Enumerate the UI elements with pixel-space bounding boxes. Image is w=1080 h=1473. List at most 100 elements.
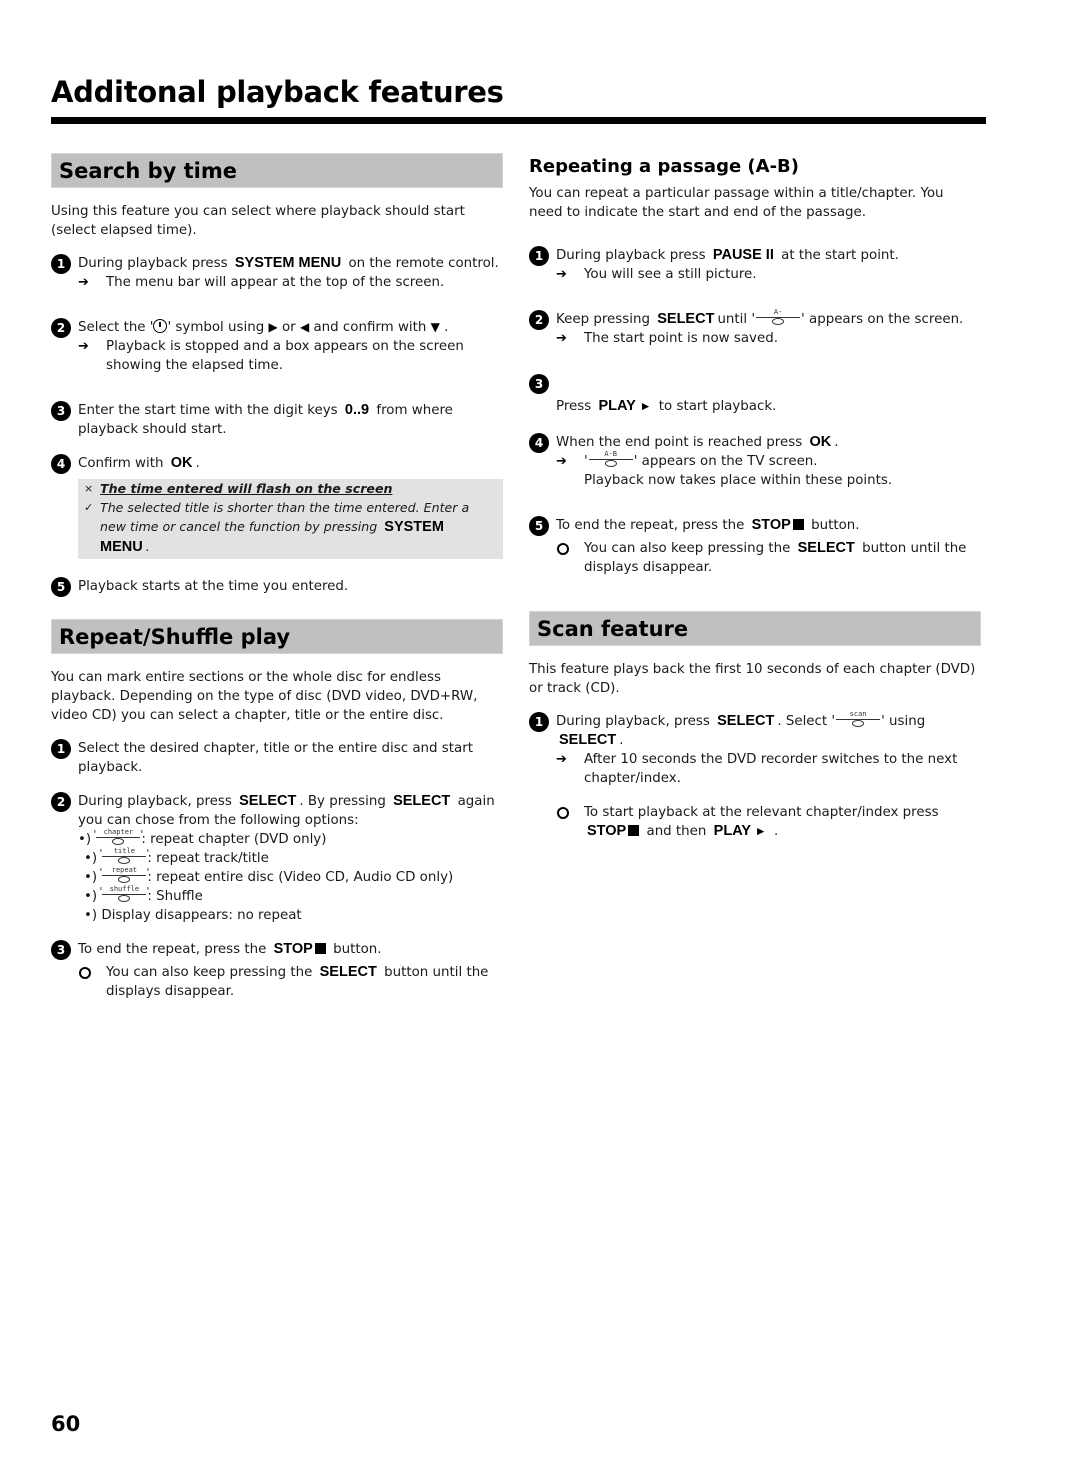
repeat-ab-intro: You can repeat a particular passage with… bbox=[529, 186, 944, 220]
tip-icon bbox=[557, 543, 569, 555]
result-text: Playback is stopped and a box appears on… bbox=[106, 339, 464, 373]
option-desc: : Shuffle bbox=[147, 889, 203, 904]
osd-label: repeat bbox=[111, 866, 138, 874]
key-label: PLAY bbox=[598, 398, 636, 414]
down-arrow-key-icon: ▼ bbox=[430, 320, 440, 334]
option-shuffle: •) ' shuffle ': Shuffle bbox=[78, 885, 503, 906]
tip-text: You can also keep pressing the bbox=[584, 541, 791, 556]
note-problem: The time entered will flash on the scree… bbox=[100, 481, 393, 496]
check-icon: ✓ bbox=[84, 501, 94, 514]
step-number-2: 2 bbox=[51, 318, 71, 338]
option-desc: Display disappears: no repeat bbox=[101, 908, 302, 923]
section-heading-repeat-shuffle: Repeat/Shuffle play bbox=[51, 619, 503, 654]
cross-icon: × bbox=[84, 482, 94, 495]
step-number-3: 3 bbox=[51, 401, 71, 421]
step-text: at the start point. bbox=[781, 248, 899, 263]
bullet: •) bbox=[84, 908, 98, 923]
tip-text: . bbox=[773, 824, 779, 839]
step-number-1: 1 bbox=[529, 712, 549, 732]
ab-step-2-result: ➔ The start point is now saved. bbox=[556, 329, 981, 348]
osd-label: shuffle bbox=[109, 885, 140, 893]
osd-scan-icon: scan bbox=[836, 710, 881, 728]
step-text: and confirm with bbox=[313, 320, 427, 335]
step-text: Press bbox=[556, 399, 592, 414]
search-step-4: 4 Confirm with OK. bbox=[51, 454, 503, 474]
step-text: until ' bbox=[717, 312, 756, 327]
step-number-2: 2 bbox=[51, 792, 71, 812]
key-play: PLAY ► bbox=[714, 823, 767, 839]
step-text: . bbox=[195, 456, 200, 471]
bullet: •) bbox=[84, 889, 98, 904]
result-text: The menu bar will appear at the top of t… bbox=[106, 275, 445, 290]
key-select: SELECT bbox=[239, 793, 297, 809]
step-text: Confirm with bbox=[78, 456, 164, 471]
option-desc: : repeat track/title bbox=[147, 851, 269, 866]
left-column: Search by time Using this feature you ca… bbox=[51, 153, 503, 1001]
arrow-right-icon: ➔ bbox=[556, 267, 567, 282]
key-label: STOP bbox=[273, 941, 313, 957]
search-by-time-intro: Using this feature you can select where … bbox=[51, 204, 465, 238]
section-heading-scan: Scan feature bbox=[529, 611, 981, 646]
step-text: Keep pressing bbox=[556, 312, 650, 327]
step-number-1: 1 bbox=[529, 246, 549, 266]
tip-text: To start playback at the relevant chapte… bbox=[584, 805, 939, 820]
right-arrow-key-icon: ▶ bbox=[268, 320, 278, 334]
search-step-1-result: ➔ The menu bar will appear at the top of… bbox=[78, 273, 503, 292]
key-ok: OK bbox=[809, 434, 832, 450]
repeat-step-3-tip: You can also keep pressing the SELECT bu… bbox=[78, 963, 503, 1001]
step-text: to start playback. bbox=[658, 399, 777, 414]
osd-shuffle-icon: ' shuffle ' bbox=[99, 885, 149, 903]
key-select: SELECT bbox=[393, 793, 451, 809]
bullet: •) bbox=[78, 832, 92, 847]
step-text: button. bbox=[333, 942, 382, 957]
step-text: During playback press bbox=[78, 256, 228, 271]
search-step-2: 2 Select the ' ' symbol using ▶ or ◀ and … bbox=[51, 318, 503, 338]
option-desc: : repeat chapter (DVD only) bbox=[141, 832, 327, 847]
step-text: When the end point is reached press bbox=[556, 435, 803, 450]
play-icon: ► bbox=[754, 824, 767, 838]
step-text: During playback press bbox=[556, 248, 706, 263]
page-number: 60 bbox=[51, 1412, 81, 1436]
step-text: During playback, press bbox=[556, 714, 710, 729]
ab-step-2: 2 Keep pressing SELECT until ' A- ' appears… bbox=[529, 308, 981, 330]
repeat-step-1: 1 Select the desired chapter, title or t… bbox=[51, 739, 503, 777]
key-select: SELECT bbox=[559, 732, 617, 748]
arrow-right-icon: ➔ bbox=[78, 339, 89, 354]
step-number-2: 2 bbox=[529, 310, 549, 330]
result-text: After 10 seconds the DVD recorder switch… bbox=[584, 752, 958, 786]
step-text: or bbox=[281, 320, 296, 335]
step-text: To end the repeat, press the bbox=[78, 942, 267, 957]
step-text: Select the desired chapter, title or the… bbox=[78, 741, 473, 775]
osd-label: title bbox=[113, 847, 135, 855]
ab-step-1-result: ➔ You will see a still picture. bbox=[556, 265, 981, 284]
ab-step-4-result: ➔ ' A-B ' appears on the TV screen. Playba… bbox=[556, 450, 981, 490]
step-number-1: 1 bbox=[51, 254, 71, 274]
key-label: STOP bbox=[751, 517, 791, 533]
osd-chapter-icon: ' chapter ' bbox=[93, 828, 143, 846]
arrow-right-icon: ➔ bbox=[556, 752, 567, 767]
tip-text: You can also keep pressing the bbox=[106, 965, 313, 980]
left-arrow-key-icon: ◀ bbox=[299, 320, 310, 334]
step-number-1: 1 bbox=[51, 739, 71, 759]
key-system-menu: SYSTEM MENU bbox=[234, 255, 342, 271]
stop-icon bbox=[792, 519, 804, 530]
key-select: SELECT bbox=[717, 713, 775, 729]
step-text: To end the repeat, press the bbox=[556, 518, 745, 533]
step-text: button. bbox=[811, 518, 860, 533]
key-select: SELECT bbox=[657, 311, 715, 327]
osd-repeat-icon: ' repeat ' bbox=[99, 866, 149, 884]
step-number-4: 4 bbox=[51, 454, 71, 474]
step-number-3: 3 bbox=[529, 374, 549, 394]
key-play: PLAY ► bbox=[599, 398, 652, 414]
bullet: •) bbox=[84, 870, 98, 885]
osd-label: chapter bbox=[103, 828, 134, 836]
scan-step-1: 1 During playback, press SELECT. Select … bbox=[529, 710, 981, 750]
step-text: ' appears on the screen. bbox=[801, 312, 964, 327]
step-text: Select the ' bbox=[78, 320, 154, 335]
step-text: on the remote control. bbox=[348, 256, 499, 271]
osd-label: scan bbox=[849, 710, 867, 718]
step-text: . bbox=[619, 733, 624, 748]
repeat-options-list: •) ' chapter ': repeat chapter (DVD only) … bbox=[78, 828, 503, 925]
option-no-repeat: •) Display disappears: no repeat bbox=[78, 906, 503, 925]
osd-a-icon: A- bbox=[756, 308, 801, 326]
